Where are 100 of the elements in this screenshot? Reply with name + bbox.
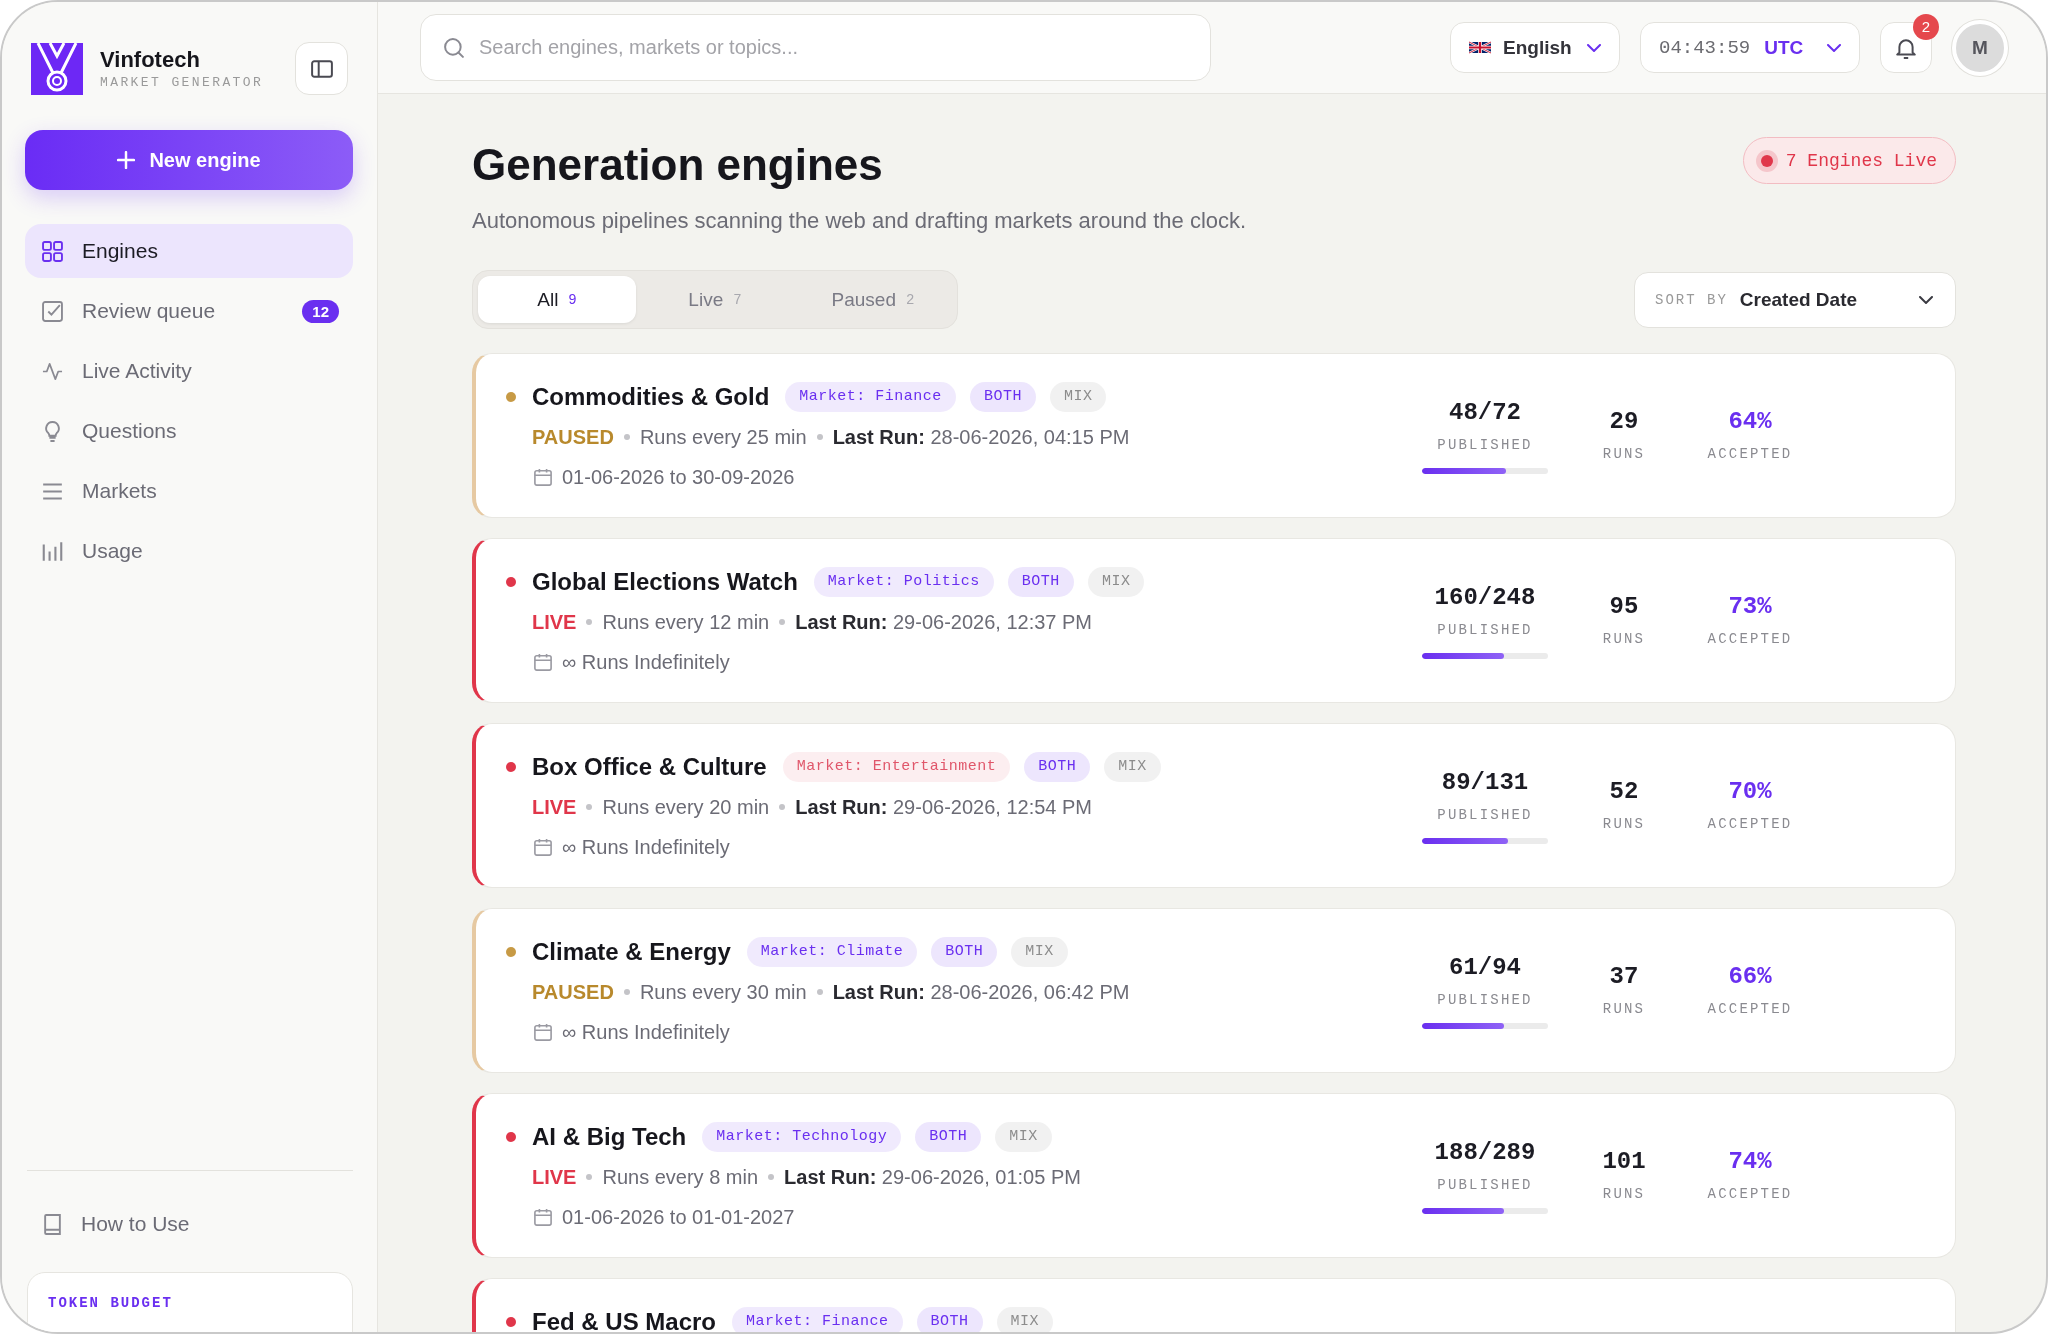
accepted-rate: 66% [1728,962,1772,992]
run-period: ∞ Runs Indefinitely [562,650,730,674]
filter-tab[interactable]: Paused 2 [794,276,952,323]
mode-tag: MIX [1011,937,1068,967]
plus-icon [117,151,136,169]
runs-label: RUNS [1602,1185,1646,1204]
flag-icon [1469,40,1491,55]
runs-count: 101 [1602,1147,1646,1177]
count-badge: 12 [302,299,339,323]
nav-item[interactable]: Usage [25,524,353,578]
engine-status: LIVE [532,610,577,634]
accepted-rate: 64% [1728,407,1772,437]
engine-card[interactable]: AI & Big Tech Market: Technology BOTH MIX LIVE Runs every 8 min Last Run: 29-06-2026, 01:05 PM 01-06-2026 to 01-01-2027 188/289 PUBLISHED 101 RUNS 74% ACCEPTED [472,1093,1956,1258]
chevron-down-icon [1587,43,1601,52]
mode-tag: MIX [996,1307,1054,1332]
page-subtitle: Autonomous pipelines scanning the web and drafting markets around the clock. [472,207,1247,235]
activity-icon [42,360,63,382]
published-label: PUBLISHED [1437,1175,1533,1195]
mode-tag: BOTH [969,382,1036,412]
engine-status: LIVE [532,1165,577,1189]
engine-title: Fed & US Macro [532,1308,717,1332]
mode-tag: MIX [1049,382,1107,412]
published-label: PUBLISHED [1437,620,1533,640]
engine-title: Global Elections Watch [532,568,798,596]
accepted-label: ACCEPTED [1707,1000,1793,1019]
engine-status: LIVE [532,795,577,819]
separator-dot-icon [623,434,630,440]
nav-item[interactable]: Questions [25,404,353,458]
accepted-label: ACCEPTED [1707,1185,1793,1204]
nav-item[interactable]: Review queue 12 [25,284,353,338]
user-avatar[interactable]: M [1952,19,2008,76]
run-schedule: Runs every 20 min [602,795,770,819]
language-dropdown[interactable]: English [1450,22,1620,73]
separator-dot-icon [768,1174,775,1180]
separator-dot-icon [779,619,786,625]
new-engine-button[interactable]: New engine [25,130,353,190]
engine-card[interactable]: Commodities & Gold Market: Finance BOTH MIX PAUSED Runs every 25 min Last Run: 28-06-2026, 04:15 PM 01-06-2026 to 30-09-2026 48/72 PUBLISHED 29 RUNS 64% ACCEPTED [472,353,1956,518]
sidebar-toggle-button[interactable] [295,42,348,95]
how-to-use-link[interactable]: How to Use [25,1197,353,1251]
nav-item[interactable]: Engines [25,224,353,278]
filter-tab[interactable]: Live 7 [636,276,794,323]
published-count: 188/289 [1434,1137,1536,1168]
separator-dot-icon [816,989,823,995]
last-run: Last Run: 28-06-2026, 06:42 PM [832,980,1130,1004]
engine-status: PAUSED [532,425,614,449]
accepted-label: ACCEPTED [1707,815,1793,834]
separator-dot-icon [816,434,823,440]
live-dot-icon [1755,149,1778,172]
run-period: 01-06-2026 to 30-09-2026 [562,465,795,489]
runs-count: 37 [1609,962,1639,992]
published-label: PUBLISHED [1437,435,1533,455]
mode-tag: MIX [1087,567,1145,597]
bar-chart-icon [42,540,63,562]
published-count: 61/94 [1449,952,1521,983]
market-tag: Market: Finance [732,1307,903,1332]
grid-icon [42,240,63,262]
accepted-label: ACCEPTED [1707,445,1793,464]
engine-card[interactable]: Fed & US Macro Market: Finance BOTH MIX [472,1278,1956,1332]
separator-dot-icon [586,619,593,625]
runs-label: RUNS [1602,815,1646,834]
notification-count: 2 [1913,14,1939,40]
sort-dropdown[interactable]: SORT BY Created Date [1634,271,1956,328]
run-period: ∞ Runs Indefinitely [562,1020,730,1044]
separator-dot-icon [623,989,630,995]
checkbox-icon [42,300,63,322]
filter-tab[interactable]: All 9 [478,276,636,323]
run-schedule: Runs every 8 min [602,1165,759,1189]
runs-count: 95 [1609,592,1639,622]
logo-icon [31,42,83,95]
accepted-rate: 73% [1728,592,1772,622]
run-schedule: Runs every 30 min [639,980,807,1004]
search-field[interactable]: Search engines, markets or topics... [420,14,1211,81]
calendar-icon [534,1208,552,1226]
nav-item[interactable]: Markets [25,464,353,518]
run-schedule: Runs every 25 min [639,425,807,449]
notifications-button[interactable] [1880,22,1932,73]
engine-title: Climate & Energy [532,938,731,966]
engine-status: PAUSED [532,980,614,1004]
last-run: Last Run: 29-06-2026, 01:05 PM [784,1165,1081,1189]
engine-card[interactable]: Global Elections Watch Market: Politics BOTH MIX LIVE Runs every 12 min Last Run: 29-06-2026, 12:37 PM ∞ Runs Indefinitely 160/248 PUBLISHED 95 RUNS 73% ACCEPTED [472,538,1956,703]
run-schedule: Runs every 12 min [602,610,770,634]
brand-tagline: MARKET GENERATOR [100,73,264,92]
engine-card[interactable]: Climate & Energy Market: Climate BOTH MIX PAUSED Runs every 30 min Last Run: 28-06-2026, 06:42 PM ∞ Runs Indefinitely 61/94 PUBLISHED 37 RUNS 66% ACCEPTED [472,908,1956,1073]
calendar-icon [534,1023,552,1041]
engine-title: Box Office & Culture [532,753,767,781]
calendar-icon [534,838,552,856]
timezone-dropdown[interactable]: 04:43:59 UTC [1640,22,1860,73]
engine-card[interactable]: Box Office & Culture Market: Entertainment BOTH MIX LIVE Runs every 20 min Last Run: 29-06-2026, 12:54 PM ∞ Runs Indefinitely 89/131 PUBLISHED 52 RUNS 70% ACCEPTED [472,723,1956,888]
nav-item[interactable]: Live Activity [25,344,353,398]
mode-tag: MIX [1104,752,1161,782]
mode-tag: BOTH [915,1122,982,1152]
mode-tag: BOTH [1024,752,1091,782]
last-run: Last Run: 29-06-2026, 12:37 PM [795,610,1092,634]
published-label: PUBLISHED [1437,805,1533,825]
market-tag: Market: Politics [813,567,994,597]
published-count: 89/131 [1441,767,1529,798]
market-tag: Market: Technology [702,1122,902,1152]
runs-count: 29 [1609,407,1639,437]
mode-tag: BOTH [931,937,998,967]
mode-tag: BOTH [1007,567,1074,597]
